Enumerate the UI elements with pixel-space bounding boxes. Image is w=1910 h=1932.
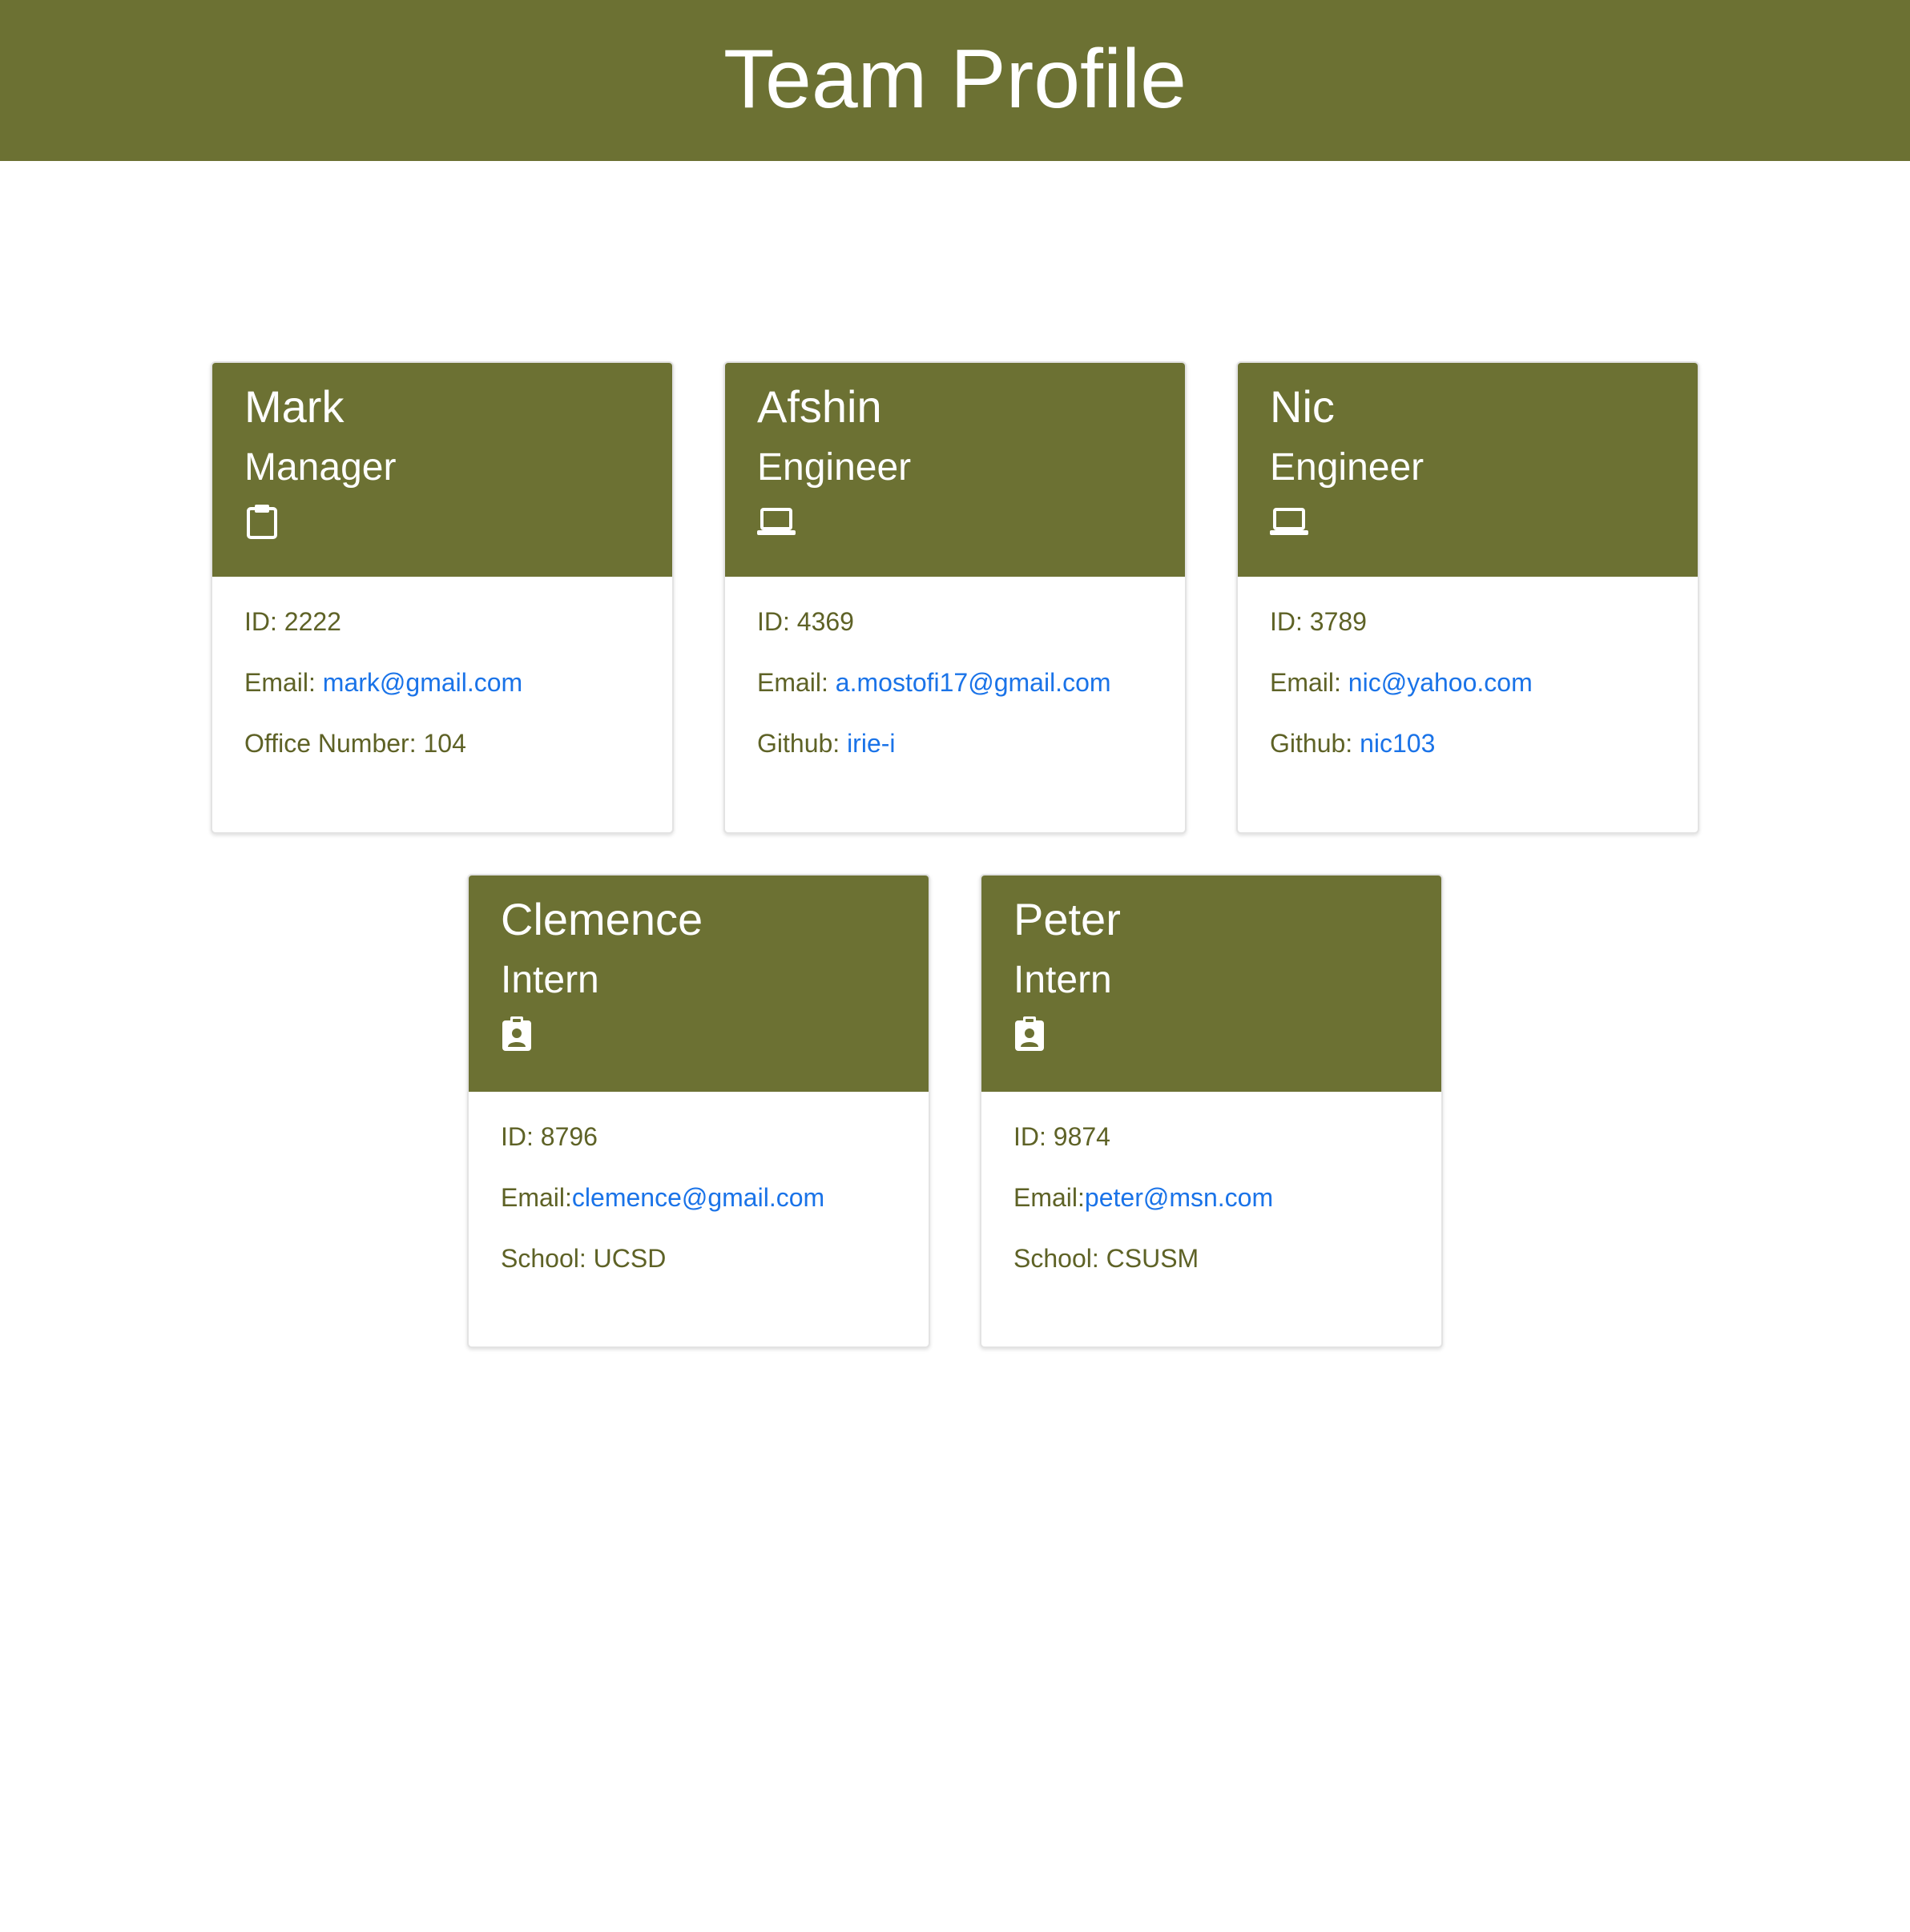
card-header: Clemence Intern [469, 875, 929, 1092]
email-link[interactable]: mark@gmail.com [323, 668, 522, 697]
card-header: Mark Manager [212, 363, 672, 577]
id-badge-icon [501, 1016, 536, 1053]
card-body: ID: 9874 Email:peter@msn.com School: CSU… [981, 1092, 1441, 1271]
employee-role: Engineer [1270, 446, 1424, 489]
school: School: CSUSM [1013, 1244, 1199, 1273]
github-label: Github: [757, 729, 848, 758]
employee-name: Peter [1013, 894, 1121, 944]
email-label: Email: [244, 668, 323, 697]
laptop-icon [757, 503, 796, 540]
employee-email-line: Email: mark@gmail.com [244, 670, 640, 695]
employee-email-line: Email:peter@msn.com [1013, 1185, 1409, 1210]
employee-id: ID: 9874 [1013, 1122, 1110, 1151]
employee-role: Intern [1013, 959, 1112, 1001]
github-link[interactable]: irie-i [847, 729, 895, 758]
github-line: Github: nic103 [1270, 731, 1666, 756]
employee-email-line: Email: a.mostofi17@gmail.com [757, 670, 1153, 695]
laptop-icon [1270, 503, 1308, 540]
employee-email-line: Email:clemence@gmail.com [501, 1185, 897, 1210]
employee-role: Manager [244, 446, 397, 489]
card-header: Peter Intern [981, 875, 1441, 1092]
employee-role: Intern [501, 959, 599, 1001]
employee-email-line: Email: nic@yahoo.com [1270, 670, 1666, 695]
employee-card: Clemence Intern ID: 8796 Email:clemence@… [467, 874, 930, 1348]
school: School: UCSD [501, 1244, 667, 1273]
employee-card: Mark Manager ID: 2222 Email: mark@gmail.… [211, 361, 674, 834]
employee-role: Engineer [757, 446, 912, 489]
employee-id: ID: 4369 [757, 607, 854, 636]
employee-card: Peter Intern ID: 9874 Email:peter@msn.co… [980, 874, 1443, 1348]
employee-id: ID: 8796 [501, 1122, 598, 1151]
github-line: Github: irie-i [757, 731, 1153, 756]
github-link[interactable]: nic103 [1360, 729, 1435, 758]
employee-card: Nic Engineer ID: 3789 Email: nic@yahoo.c… [1236, 361, 1699, 834]
github-label: Github: [1270, 729, 1360, 758]
employee-name: Afshin [757, 381, 882, 432]
employee-card: Afshin Engineer ID: 4369 Email: a.mostof… [723, 361, 1187, 834]
email-label: Email: [757, 668, 836, 697]
email-link[interactable]: nic@yahoo.com [1348, 668, 1533, 697]
email-label: Email: [501, 1183, 572, 1212]
card-header: Afshin Engineer [725, 363, 1185, 577]
card-header: Nic Engineer [1238, 363, 1698, 577]
id-badge-icon [1013, 1016, 1049, 1053]
employee-id: ID: 3789 [1270, 607, 1367, 636]
employee-name: Nic [1270, 381, 1335, 432]
employee-name: Mark [244, 381, 345, 432]
card-body: ID: 4369 Email: a.mostofi17@gmail.com Gi… [725, 577, 1185, 756]
email-label: Email: [1270, 668, 1348, 697]
clipboard-icon [244, 503, 280, 540]
employee-id: ID: 2222 [244, 607, 341, 636]
card-body: ID: 2222 Email: mark@gmail.com Office Nu… [212, 577, 672, 756]
email-link[interactable]: a.mostofi17@gmail.com [836, 668, 1111, 697]
page-title: Team Profile [723, 32, 1187, 126]
card-body: ID: 3789 Email: nic@yahoo.com Github: ni… [1238, 577, 1698, 756]
page-header: Team Profile [0, 0, 1910, 161]
email-label: Email: [1013, 1183, 1085, 1212]
email-link[interactable]: clemence@gmail.com [572, 1183, 824, 1212]
office-number: Office Number: 104 [244, 729, 466, 758]
card-body: ID: 8796 Email:clemence@gmail.com School… [469, 1092, 929, 1271]
email-link[interactable]: peter@msn.com [1085, 1183, 1273, 1212]
employee-name: Clemence [501, 894, 703, 944]
